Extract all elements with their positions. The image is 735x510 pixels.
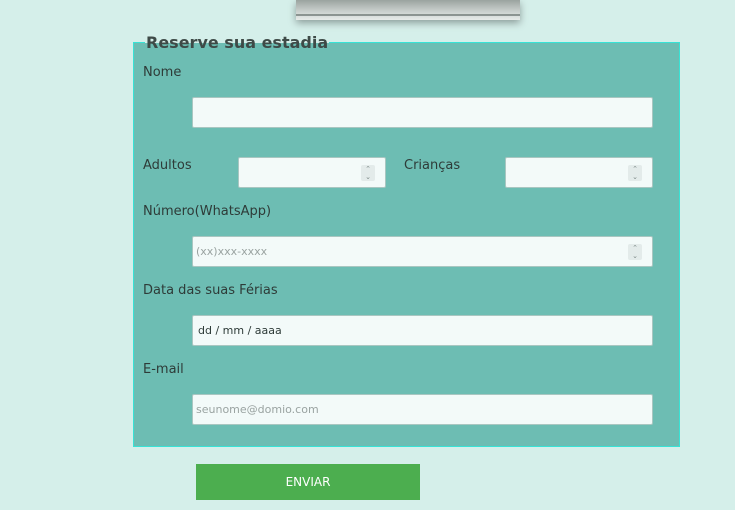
header-image (296, 0, 520, 20)
name-input[interactable] (192, 97, 653, 128)
name-label: Nome (143, 65, 182, 80)
adults-input[interactable]: ⌃ ⌄ (238, 157, 386, 188)
whatsapp-label: Número(WhatsApp) (143, 204, 272, 219)
number-spinner-icon[interactable]: ⌃ ⌄ (361, 165, 375, 181)
whatsapp-input[interactable]: (xx)xxx-xxxx ⌃ ⌄ (192, 236, 653, 267)
date-label: Data das suas Férias (143, 283, 278, 298)
children-input[interactable]: ⌃ ⌄ (505, 157, 653, 188)
email-label: E-mail (143, 362, 184, 377)
number-spinner-icon[interactable]: ⌃ ⌄ (628, 244, 642, 260)
adults-label: Adultos (143, 158, 192, 173)
date-input[interactable]: dd / mm / aaaa (192, 315, 653, 346)
form-legend: Reserve sua estadia (145, 33, 330, 52)
children-label: Crianças (404, 158, 461, 173)
submit-button[interactable]: ENVIAR (196, 464, 420, 500)
email-input[interactable]: seunome@domio.com (192, 394, 653, 425)
number-spinner-icon[interactable]: ⌃ ⌄ (628, 165, 642, 181)
